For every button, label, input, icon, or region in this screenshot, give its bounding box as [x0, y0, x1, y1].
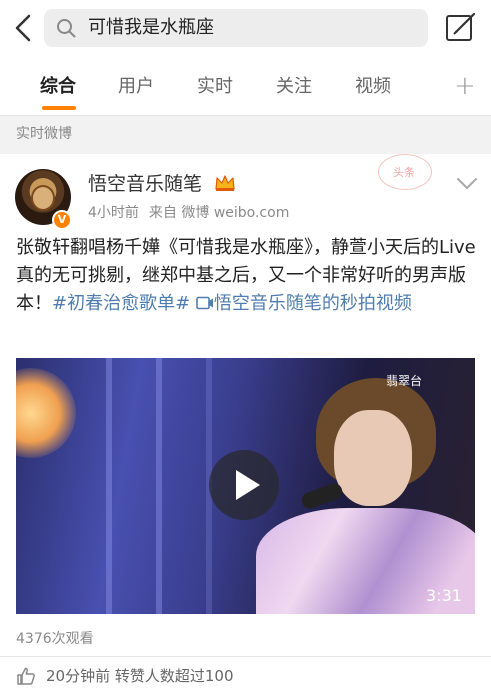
chevron-down-icon[interactable]: [456, 176, 478, 192]
play-button[interactable]: [209, 450, 279, 520]
section-header: 实时微博: [0, 116, 491, 154]
tab-realtime[interactable]: 实时: [197, 76, 233, 98]
tab-comprehensive[interactable]: 综合: [40, 76, 76, 98]
post-time: 4小时前: [88, 205, 139, 221]
video-link-label: 悟空音乐随笔的秒拍视频: [213, 293, 412, 314]
play-icon: [236, 470, 260, 500]
tab-users[interactable]: 用户: [118, 76, 154, 98]
post-meta: 4小时前 来自 微博 weibo.com: [88, 204, 289, 222]
compose-icon: [446, 12, 476, 41]
view-count: 4376次观看: [16, 631, 94, 647]
video-link[interactable]: 悟空音乐随笔的秒拍视频: [196, 293, 412, 314]
crown-icon: [215, 175, 235, 191]
thumbs-up-icon[interactable]: [16, 666, 36, 686]
tab-videos[interactable]: 视频: [355, 76, 391, 98]
tab-bar: 综合 用户 实时 关注 视频 +: [0, 58, 491, 116]
section-title: 实时微博: [16, 126, 72, 142]
back-button[interactable]: [8, 10, 38, 46]
weibo-post: V 悟空音乐随笔 4小时前 来自 微博 weibo.com 头条 张敬轩翻唱杨千嬅…: [0, 154, 491, 700]
video-duration: 3:31: [426, 586, 462, 605]
stamp-text: 头条: [393, 166, 415, 179]
search-query[interactable]: 可惜我是水瓶座: [88, 17, 214, 39]
stage-light: [16, 368, 76, 458]
microphone: [299, 481, 345, 511]
top-bar: 可惜我是水瓶座: [0, 0, 491, 58]
like-info: 20分钟前 转赞人数超过100: [46, 667, 234, 685]
plus-icon[interactable]: +: [454, 72, 478, 102]
singer-face: [334, 410, 412, 506]
post-source: 来自 微博 weibo.com: [148, 205, 290, 221]
headline-stamp: 头条: [378, 154, 432, 190]
post-content: 张敬轩翻唱杨千嬅《可惜我是水瓶座》，静萱小天后的Live真的无可挑剔，继郑中基之…: [16, 234, 478, 318]
video-link-icon: [196, 296, 213, 310]
divider: [0, 656, 491, 657]
stage-beam: [106, 358, 112, 614]
tab-following[interactable]: 关注: [276, 76, 312, 98]
channel-logo: 翡翠台: [386, 374, 423, 388]
active-tab-indicator: [42, 106, 76, 110]
compose-button[interactable]: [444, 10, 478, 44]
verified-badge: V: [52, 210, 72, 230]
hashtag-link[interactable]: #初春治愈歌单#: [52, 293, 190, 314]
magnifier-icon: [57, 19, 76, 38]
avatar-face: [31, 185, 55, 211]
search-bar[interactable]: 可惜我是水瓶座: [44, 9, 428, 47]
video-player[interactable]: 翡翠台 3:31: [16, 358, 475, 614]
post-username[interactable]: 悟空音乐随笔: [88, 172, 202, 196]
stage-beam: [156, 358, 162, 614]
chevron-left-icon: [15, 14, 31, 42]
